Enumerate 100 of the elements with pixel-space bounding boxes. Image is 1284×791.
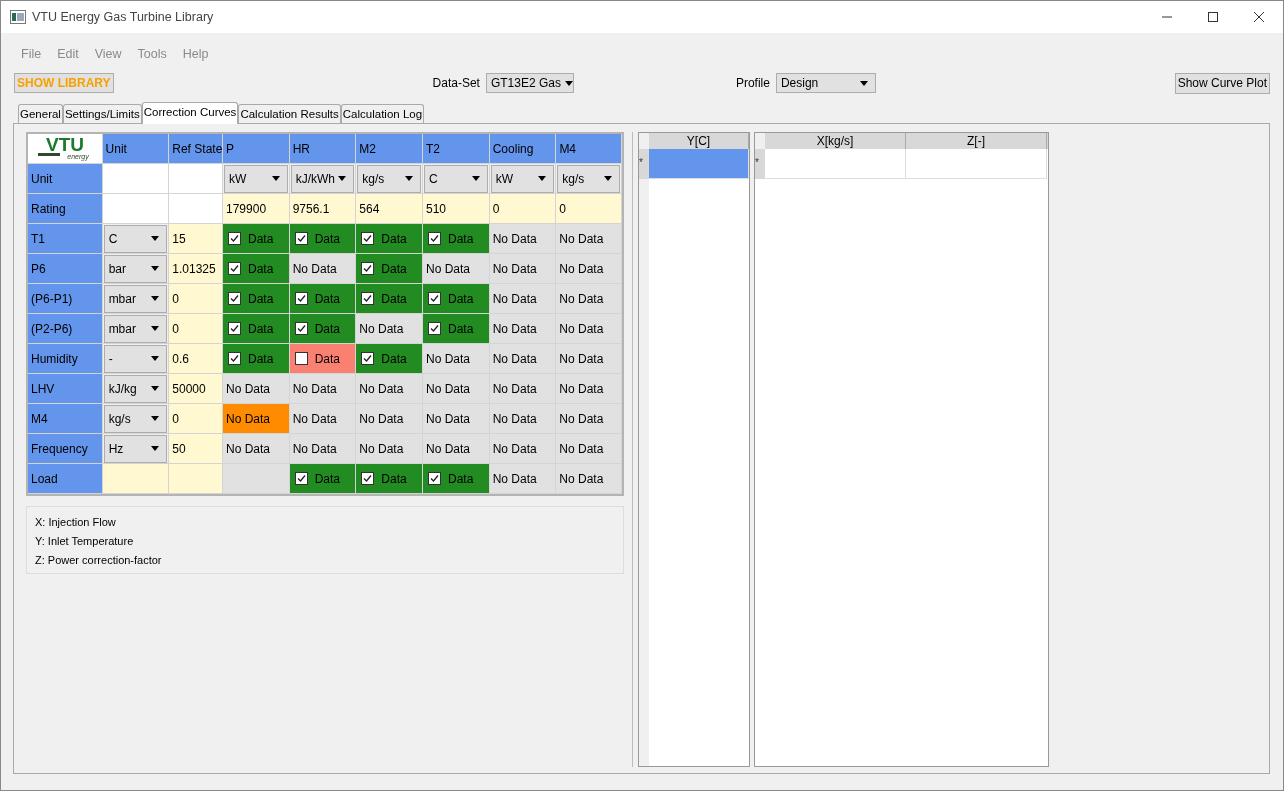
table-cell[interactable] [649,149,749,179]
no-data-cell[interactable]: No Data [423,254,490,284]
unit-dropdown[interactable]: - [103,344,168,373]
data-cell[interactable]: Data [356,284,423,314]
checkbox[interactable] [428,472,441,485]
unit-dropdown[interactable]: kW [490,164,555,193]
checkbox[interactable] [361,292,375,305]
no-data-cell[interactable]: No Data [223,374,290,404]
no-data-cell[interactable]: No Data [289,374,357,404]
no-data-cell[interactable]: No Data [489,284,557,314]
unit-dropdown[interactable]: C [424,164,488,193]
table-cell[interactable] [765,149,906,179]
no-data-cell[interactable]: No Data [489,374,557,404]
data-cell[interactable]: Data [423,224,490,254]
no-data-cell[interactable]: No Data [489,464,557,494]
tab[interactable]: Calculation Results [238,104,341,123]
no-data-cell[interactable]: No Data [356,434,423,464]
checkbox[interactable] [294,322,308,335]
data-cell[interactable]: Data [423,314,490,344]
no-data-cell[interactable]: No Data [356,404,423,434]
checkbox[interactable] [294,232,308,245]
data-cell[interactable]: Data [356,344,423,374]
no-data-cell[interactable]: No Data [489,224,557,254]
no-data-cell[interactable]: No Data [423,434,490,464]
show-curve-plot-button[interactable]: Show Curve Plot [1174,72,1270,94]
data-cell[interactable]: Data [423,284,490,314]
no-data-cell[interactable]: No Data [556,224,622,254]
data-cell[interactable]: Data [289,284,357,314]
checkbox[interactable] [294,472,308,485]
no-data-cell[interactable]: No Data [556,314,622,344]
no-data-cell[interactable]: No Data [423,344,490,374]
close-icon[interactable] [1253,11,1265,23]
unit-dropdown[interactable]: kJ/kg [103,374,168,403]
no-data-cell[interactable]: No Data [489,254,557,284]
unit-dropdown[interactable]: mbar [103,314,168,343]
no-data-cell[interactable]: No Data [289,254,357,284]
no-data-cell[interactable]: No Data [356,374,423,404]
unit-dropdown[interactable]: C [103,224,168,253]
unit-dropdown[interactable]: bar [103,254,168,283]
data-cell[interactable]: Data [289,344,357,374]
unit-dropdown[interactable]: Hz [103,434,168,463]
no-data-cell[interactable]: No Data [556,344,622,374]
unit-dropdown[interactable]: kJ/kWh [290,164,355,193]
no-data-cell[interactable]: No Data [356,314,423,344]
data-cell[interactable]: Data [356,464,423,494]
no-data-cell[interactable]: No Data [556,254,622,284]
checkbox[interactable] [428,292,441,305]
unit-dropdown[interactable]: kW [224,164,288,193]
checkbox[interactable] [228,232,241,245]
checkbox[interactable] [294,352,308,365]
data-cell[interactable]: Data [289,314,357,344]
checkbox[interactable] [228,292,241,305]
no-data-cell[interactable]: No Data [289,404,357,434]
no-data-cell[interactable]: No Data [423,374,490,404]
maximize-icon[interactable] [1207,11,1219,23]
data-cell[interactable]: Data [223,254,290,284]
no-data-cell[interactable]: No Data [556,284,622,314]
no-data-cell[interactable]: No Data [556,434,622,464]
profile-dropdown[interactable]: Design [775,73,876,93]
data-cell[interactable]: Data [289,464,357,494]
table-cell[interactable] [906,149,1047,179]
unit-dropdown[interactable]: mbar [103,284,168,313]
no-data-cell[interactable]: No Data [556,404,622,434]
checkbox[interactable] [428,322,441,335]
checkbox[interactable] [228,262,241,275]
unit-dropdown[interactable]: kg/s [357,164,421,193]
no-data-cell[interactable]: No Data [423,404,490,434]
data-cell[interactable]: Data [356,224,423,254]
no-data-cell[interactable]: No Data [489,314,557,344]
checkbox[interactable] [294,292,308,305]
checkbox[interactable] [361,472,375,485]
no-data-cell[interactable]: No Data [223,434,290,464]
tab[interactable]: Calculation Log [340,104,425,123]
data-cell[interactable]: Data [356,254,423,284]
checkbox[interactable] [228,352,241,365]
checkbox[interactable] [361,352,375,365]
tab[interactable]: Correction Curves [141,102,239,124]
no-data-cell[interactable]: No Data [223,404,290,434]
data-cell[interactable]: Data [223,344,290,374]
checkbox[interactable] [228,322,241,335]
no-data-cell[interactable]: No Data [489,404,557,434]
no-data-cell[interactable]: No Data [489,344,557,374]
unit-dropdown[interactable]: kg/s [103,404,168,433]
no-data-cell[interactable]: No Data [556,374,622,404]
data-cell[interactable]: Data [223,284,290,314]
checkbox[interactable] [428,232,441,245]
checkbox[interactable] [361,262,375,275]
data-cell[interactable]: Data [223,314,290,344]
no-data-cell[interactable]: No Data [489,434,557,464]
data-cell[interactable]: Data [223,224,290,254]
caret-icon [151,446,160,451]
no-data-cell[interactable]: No Data [289,434,357,464]
no-data-cell[interactable]: No Data [556,464,622,494]
tab[interactable]: Settings/Limits [62,104,142,123]
dataset-dropdown[interactable]: GT13E2 Gas [485,73,574,93]
checkbox[interactable] [361,232,375,245]
unit-dropdown[interactable]: kg/s [557,164,620,193]
tab[interactable]: General [18,104,63,123]
data-cell[interactable]: Data [289,224,357,254]
data-cell[interactable]: Data [423,464,490,494]
